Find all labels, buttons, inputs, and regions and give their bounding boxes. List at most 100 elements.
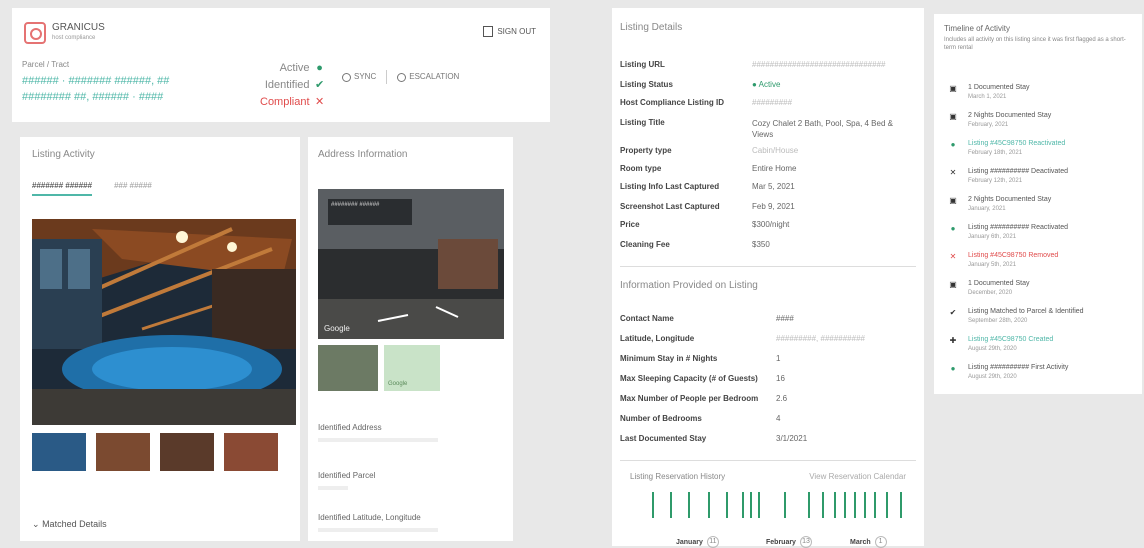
timeline-event-title: Listing ########## First Activity xyxy=(968,364,1069,371)
timeline-event-title: 2 Nights Documented Stay xyxy=(968,196,1052,203)
escalation-button[interactable]: ESCALATION xyxy=(397,72,459,82)
card-title: Address Information xyxy=(318,149,408,160)
reservation-bar[interactable] xyxy=(864,492,866,518)
detail-label: Max Sleeping Capacity (# of Guests) xyxy=(620,374,758,383)
reservation-bar[interactable] xyxy=(670,492,672,518)
timeline-event-date: February 12th, 2021 xyxy=(968,178,1023,184)
month-count-badge: 13 xyxy=(799,536,812,548)
view-calendar-link[interactable]: View Reservation Calendar xyxy=(809,472,906,481)
divider xyxy=(620,266,916,267)
timeline-event-icon: ✕ xyxy=(949,168,957,177)
detail-value: Entire Home xyxy=(752,164,797,173)
timeline-event-title: Listing #45C98750 Created xyxy=(968,336,1054,343)
timeline-event-icon: ▣ xyxy=(949,84,957,93)
reservation-bar[interactable] xyxy=(708,492,710,518)
month-count-badge: 11 xyxy=(706,536,719,548)
detail-value: 16 xyxy=(776,374,785,383)
satellite-thumbnail[interactable] xyxy=(318,345,378,391)
reservation-bar[interactable] xyxy=(742,492,744,518)
timeline-event-icon: ● xyxy=(950,140,956,149)
timeline-event-date: February, 2021 xyxy=(968,122,1009,128)
timeline-event-date: March 1, 2021 xyxy=(968,94,1007,100)
timeline-subtitle: Includes all activity on this listing si… xyxy=(944,37,1126,51)
thumbnail[interactable] xyxy=(160,433,214,471)
reservation-bar[interactable] xyxy=(886,492,888,518)
address-information-card: Address Information ######## ###### Goog… xyxy=(308,137,513,541)
matched-details-toggle[interactable]: ⌄ Matched Details xyxy=(32,519,107,530)
parcel-line-1[interactable]: ###### · ####### ######, ## xyxy=(22,75,169,87)
detail-label: Last Documented Stay xyxy=(620,434,707,443)
detail-label: Latitude, Longitude xyxy=(620,334,695,343)
reservation-bar[interactable] xyxy=(808,492,810,518)
reservation-bar[interactable] xyxy=(784,492,786,518)
detail-label: Minimum Stay in # Nights xyxy=(620,354,718,363)
status-identified: Identified ✔ xyxy=(260,77,327,94)
timeline-event-title: Listing ########## Reactivated xyxy=(968,224,1069,231)
parcel-line-2[interactable]: ######## ##, ###### · #### xyxy=(22,91,169,103)
tab-reviews[interactable]: ### ##### xyxy=(114,181,152,196)
panel-title: Listing Details xyxy=(620,22,683,33)
detail-value: Cozy Chalet 2 Bath, Pool, Spa, 4 Bed & V… xyxy=(752,119,893,139)
listing-activity-card: Listing Activity ####### ###### ### ####… xyxy=(20,137,300,541)
chevron-icon: ⌄ xyxy=(32,519,40,529)
detail-value: 4 xyxy=(776,414,781,423)
tab-screenshots[interactable]: ####### ###### xyxy=(32,181,93,196)
listing-url-link[interactable]: ############################## xyxy=(752,60,885,69)
timeline-event-date: August 29th, 2020 xyxy=(968,374,1017,380)
reservation-bar[interactable] xyxy=(750,492,752,518)
listing-header: GRANICUS host compliance SIGN OUT Parcel… xyxy=(12,8,550,122)
detail-label: Listing Info Last Captured xyxy=(620,182,720,191)
reservation-bar[interactable] xyxy=(758,492,760,518)
timeline-event-title: Listing #45C98750 Reactivated xyxy=(968,140,1066,147)
timeline-event-date: September 28th, 2020 xyxy=(968,318,1028,324)
thumbnail[interactable] xyxy=(32,433,86,471)
timeline-event-icon: ✕ xyxy=(949,252,957,261)
thumbnail[interactable] xyxy=(96,433,150,471)
detail-label: Max Number of People per Bedroom xyxy=(620,394,759,403)
detail-label: Price xyxy=(620,220,640,229)
reservation-bar[interactable] xyxy=(844,492,846,518)
escalation-icon xyxy=(397,72,407,82)
photo-thumbnails xyxy=(32,433,278,471)
street-view[interactable]: ######## ###### Google xyxy=(318,189,504,339)
timeline-event-title: 1 Documented Stay xyxy=(968,84,1030,91)
reservation-bar[interactable] xyxy=(726,492,728,518)
reservation-bar[interactable] xyxy=(854,492,856,518)
listing-main-photo[interactable] xyxy=(32,219,296,425)
status-active: Active ● xyxy=(260,60,327,77)
month-count-badge: 1 xyxy=(874,536,887,548)
thumbnail[interactable] xyxy=(224,433,278,471)
detail-label: Screenshot Last Captured xyxy=(620,202,720,211)
detail-label: Number of Bedrooms xyxy=(620,414,702,423)
parcel-label: Parcel / Tract xyxy=(22,60,70,69)
sign-out-button[interactable]: SIGN OUT xyxy=(483,26,536,37)
reservation-bar[interactable] xyxy=(822,492,824,518)
map-thumbnail[interactable]: Google xyxy=(384,345,440,391)
detail-value: #########, ########## xyxy=(776,334,865,343)
detail-label: Listing Title xyxy=(620,118,665,127)
month-march: March 1 xyxy=(850,536,887,548)
reservation-bar[interactable] xyxy=(900,492,902,518)
sign-out-icon xyxy=(483,26,494,37)
google-caption: Google xyxy=(324,324,350,333)
granicus-logo[interactable]: GRANICUS host compliance xyxy=(24,22,105,44)
x-icon: ✕ xyxy=(314,96,325,108)
reservation-bar[interactable] xyxy=(652,492,654,518)
listing-details-panel: Listing Details Listing URL ############… xyxy=(612,8,924,548)
active-dot-icon: ● xyxy=(316,62,323,74)
timeline-event-icon: ● xyxy=(950,364,956,373)
reservation-history-title: Listing Reservation History xyxy=(630,472,726,481)
status-compliant: Compliant ✕ xyxy=(260,94,327,111)
reservation-bar[interactable] xyxy=(834,492,836,518)
parcel-info: Parcel / Tract ###### · ####### ######, … xyxy=(22,60,169,103)
detail-value: 1 xyxy=(776,354,781,363)
reservation-bar[interactable] xyxy=(874,492,876,518)
reservation-bar[interactable] xyxy=(688,492,690,518)
sync-button[interactable]: SYNC xyxy=(342,72,376,82)
divider xyxy=(620,460,916,461)
timeline-event-date: January 5th, 2021 xyxy=(968,262,1017,268)
detail-label: Property type xyxy=(620,146,672,155)
identified-latlong-field: Identified Latitude, Longitude xyxy=(318,513,438,532)
logo-icon xyxy=(24,22,46,44)
detail-label: Cleaning Fee xyxy=(620,240,670,249)
